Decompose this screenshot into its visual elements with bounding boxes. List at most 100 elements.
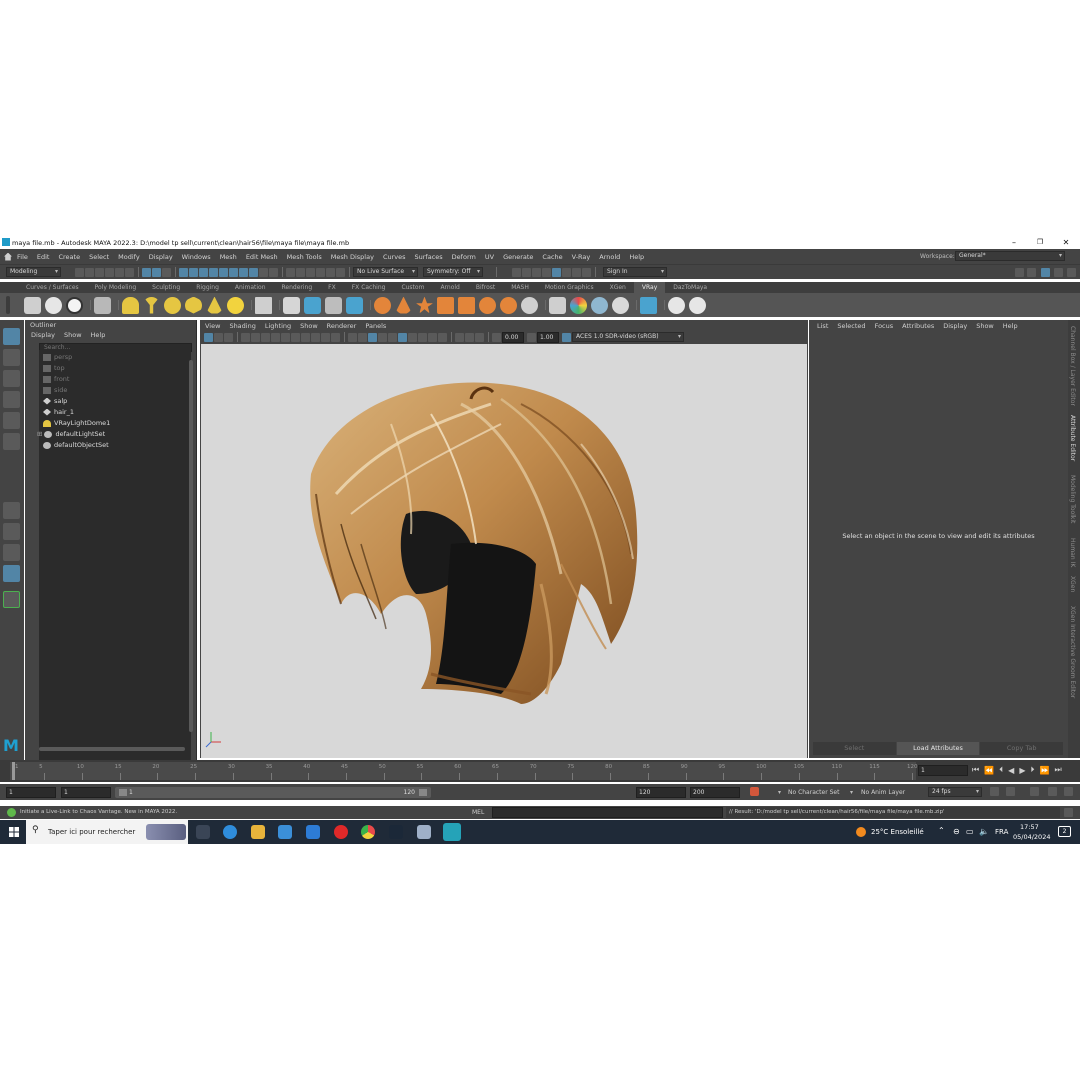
shelf-tab-rendering[interactable]: Rendering	[274, 282, 321, 293]
side-tab-xgen-interactive-groom[interactable]: XGen Interactive Groom Editor	[1069, 606, 1076, 698]
character-set-icon[interactable]: ▾	[778, 789, 781, 796]
vray-mesh-light-icon[interactable]	[185, 296, 202, 314]
pick-mask-misc-icon[interactable]	[249, 267, 258, 277]
network-icon[interactable]: ⊖	[953, 827, 960, 836]
side-tab-attribute-editor[interactable]: Attribute Editor	[1069, 415, 1076, 461]
vray-bump-icon[interactable]	[500, 296, 517, 314]
tool-settings-toggle-icon[interactable]	[1054, 267, 1063, 277]
viewport-menu-panels[interactable]: Panels	[365, 320, 386, 332]
select-component-icon[interactable]	[162, 267, 171, 277]
shelf-tab-curves-surfaces[interactable]: Curves / Surfaces	[18, 282, 87, 293]
light-editor-icon[interactable]	[572, 267, 581, 277]
color-management-icon[interactable]	[562, 332, 571, 342]
lock-selection-icon[interactable]	[259, 267, 268, 277]
resolution-gate-icon[interactable]	[291, 332, 300, 342]
layer-editor-toggle-icon[interactable]	[1067, 267, 1076, 277]
vray-dome-light-icon[interactable]	[206, 296, 223, 314]
shelf-menu-icon[interactable]	[6, 296, 10, 314]
viewport-menu-view[interactable]: View	[205, 320, 220, 332]
shelf-tab-sculpting[interactable]: Sculpting	[144, 282, 188, 293]
camera-attributes-icon[interactable]	[214, 332, 223, 342]
move-tool-icon[interactable]	[3, 391, 20, 408]
select-hierarchy-icon[interactable]	[142, 267, 151, 277]
vray-object-properties-icon[interactable]	[549, 296, 566, 314]
highlight-selection-icon[interactable]	[269, 267, 278, 277]
attr-menu-selected[interactable]: Selected	[837, 320, 865, 332]
xray-icon[interactable]	[465, 332, 474, 342]
attr-menu-display[interactable]: Display	[943, 320, 967, 332]
shelf-tab-arnold[interactable]: Arnold	[432, 282, 467, 293]
edge-browser-icon[interactable]	[223, 825, 237, 839]
viewport-canvas[interactable]	[201, 344, 807, 758]
viewport-menu-lighting[interactable]: Lighting	[265, 320, 291, 332]
maya-taskbar-icon[interactable]	[443, 823, 461, 841]
opera-browser-icon[interactable]	[334, 825, 348, 839]
animation-end-field[interactable]	[690, 787, 740, 798]
vray-ipr-icon[interactable]	[45, 296, 62, 314]
side-tab-modeling-toolkit[interactable]: Modeling Toolkit	[1069, 475, 1076, 523]
attribute-editor-toggle-icon[interactable]	[1041, 267, 1050, 277]
load-attributes-button[interactable]: Load Attributes	[896, 742, 980, 755]
wireframe-on-shaded-icon[interactable]	[368, 332, 377, 342]
outliner-item-persp[interactable]: persp	[43, 352, 72, 363]
step-back-key-icon[interactable]: ⏪	[984, 766, 994, 775]
lasso-tool-icon[interactable]	[3, 349, 20, 366]
menu-display[interactable]: Display	[149, 253, 173, 261]
channel-box-toggle-icon[interactable]	[1027, 267, 1036, 277]
live-surface-field[interactable]: No Live Surface	[353, 267, 418, 277]
menu-help[interactable]: Help	[629, 253, 644, 261]
rotate-tool-icon[interactable]	[3, 412, 20, 429]
menu-select[interactable]: Select	[89, 253, 109, 261]
shelf-tab-poly-modeling[interactable]: Poly Modeling	[87, 282, 145, 293]
open-scene-icon[interactable]	[85, 267, 94, 277]
render-setup-icon[interactable]	[562, 267, 571, 277]
wireframe-icon[interactable]	[348, 332, 357, 342]
shelf-tab-vray[interactable]: VRay	[633, 282, 666, 293]
expand-icon[interactable]: ⊞	[37, 430, 42, 438]
vray-vfb-icon[interactable]	[66, 296, 83, 314]
shelf-tab-fx[interactable]: FX	[320, 282, 344, 293]
step-forward-frame-icon[interactable]: ⏵	[1030, 765, 1034, 775]
command-language-toggle[interactable]: MEL	[472, 809, 484, 816]
outliner-item-side[interactable]: side	[43, 385, 67, 396]
ambient-occlusion-icon[interactable]	[408, 332, 417, 342]
chaos-vantage-icon[interactable]	[689, 296, 706, 314]
app-icon[interactable]	[417, 825, 431, 839]
exposure-icon[interactable]	[492, 332, 501, 342]
pick-mask-dynamics-icon[interactable]	[229, 267, 238, 277]
menu-vray[interactable]: V-Ray	[572, 253, 591, 261]
side-tab-human-ik[interactable]: Human IK	[1069, 538, 1076, 567]
attr-menu-show[interactable]: Show	[976, 320, 994, 332]
attr-menu-focus[interactable]: Focus	[875, 320, 894, 332]
bookmarks-icon[interactable]	[224, 332, 233, 342]
shelf-tab-animation[interactable]: Animation	[227, 282, 274, 293]
safe-title-icon[interactable]	[331, 332, 340, 342]
vray-clipper-icon[interactable]	[346, 296, 363, 314]
playback-end-field[interactable]	[636, 787, 686, 798]
steam-icon[interactable]	[389, 825, 403, 839]
outliner-menu-display[interactable]: Display	[31, 331, 55, 339]
notifications-icon[interactable]: 2	[1058, 826, 1071, 837]
home-icon[interactable]	[4, 252, 12, 261]
select-button[interactable]: Select	[813, 742, 896, 755]
vray-displacement-icon[interactable]	[437, 296, 454, 314]
outliner-item-hair-1[interactable]: hair_1	[43, 407, 74, 418]
render-settings-icon[interactable]	[542, 267, 551, 277]
shelf-tab-mash[interactable]: MASH	[503, 282, 537, 293]
vray-render-elements-icon[interactable]	[570, 296, 587, 314]
pick-mask-joints-icon[interactable]	[189, 267, 198, 277]
menu-mesh[interactable]: Mesh	[220, 253, 237, 261]
mail-icon[interactable]	[306, 825, 320, 839]
go-to-end-icon[interactable]: ⏭	[1054, 765, 1061, 775]
taskbar-search-box[interactable]: ⚲ Taper ici pour rechercher	[26, 820, 188, 844]
menu-create[interactable]: Create	[58, 253, 80, 261]
2d-pan-zoom-icon[interactable]	[251, 332, 260, 342]
pick-mask-handles-icon[interactable]	[179, 267, 188, 277]
field-chart-icon[interactable]	[311, 332, 320, 342]
vray-uvw-icon[interactable]	[458, 296, 475, 314]
vray-ies-light-icon[interactable]	[143, 296, 160, 314]
textured-icon[interactable]	[378, 332, 387, 342]
shelf-tab-xgen[interactable]: XGen	[602, 282, 634, 293]
view-transform-dropdown[interactable]: ACES 1.0 SDR-video (sRGB)	[572, 332, 684, 342]
search-icon[interactable]	[3, 591, 20, 608]
